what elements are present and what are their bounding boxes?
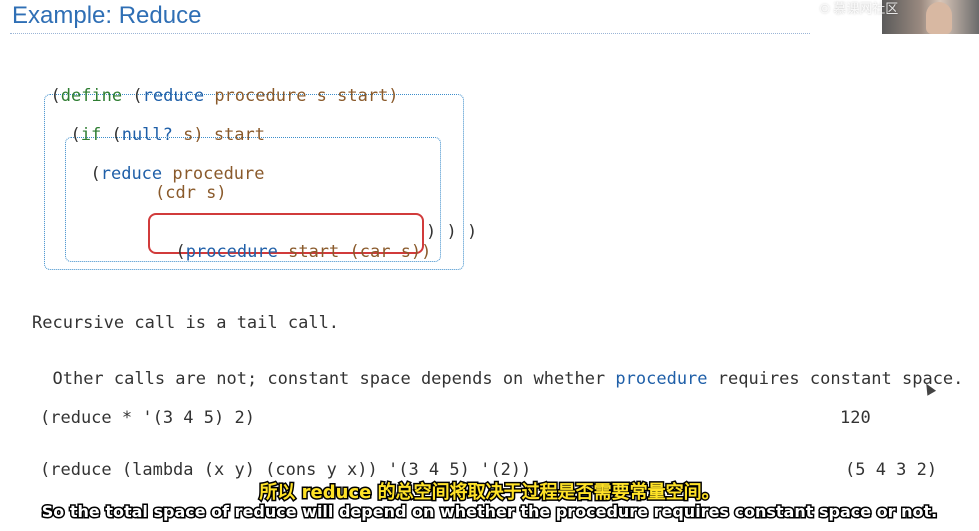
builtin-null: null? <box>121 125 173 145</box>
keyword-define: define <box>60 86 123 106</box>
if-rest: s) start <box>172 125 266 145</box>
closing-parens: ) ) ) <box>426 222 478 242</box>
function-name-reduce: reduce <box>142 86 205 106</box>
tail-call-note: Recursive call is a tail call. <box>32 313 340 333</box>
subtitle-chinese: 所以 reduce 的总空间将取决于过程是否需要常量空间。 <box>258 481 721 505</box>
define-params: procedure s start) <box>204 86 399 106</box>
paren: ( <box>132 86 143 106</box>
code-line-if: (if (null? s) start <box>50 105 265 145</box>
procedure-arg-start: start <box>277 242 350 262</box>
code-line-define: (define (reduce procedure s start) <box>30 66 399 106</box>
paren: ( <box>101 125 122 145</box>
reduce-arg: procedure <box>162 164 265 184</box>
constant-space-note: Other calls are not; constant space depe… <box>32 349 963 389</box>
title-divider <box>10 33 810 34</box>
paren: ( <box>70 125 81 145</box>
code-line-procedure: (procedure start (car s)) <box>155 222 431 262</box>
subtitle-english: So the total space of reduce will depend… <box>40 501 938 523</box>
code-line-cdr: (cdr s) <box>155 183 227 203</box>
presenter-face <box>926 2 952 34</box>
slide-title: Example: Reduce <box>12 2 202 29</box>
procedure-arg-car: (car s)) <box>349 242 432 262</box>
example-expression: (reduce (lambda (x y) (cons y x)) '(3 4 … <box>40 460 532 480</box>
note-highlight-procedure: procedure <box>615 369 708 389</box>
paren: ( <box>50 86 61 106</box>
example-result: 120 <box>840 408 871 428</box>
watermark-text: © 慕课网社区 <box>820 1 899 16</box>
paren: ( <box>175 242 186 262</box>
example-expression: (reduce * '(3 4 5) 2) <box>40 408 255 428</box>
code-line-reduce: (reduce procedure <box>70 144 265 184</box>
example-result: (5 4 3 2) <box>845 460 938 480</box>
call-reduce: reduce <box>100 164 163 184</box>
call-procedure: procedure <box>185 242 278 262</box>
keyword-if: if <box>80 125 102 145</box>
paren: ( <box>90 164 101 184</box>
note-prefix: Other calls are not; constant space depe… <box>52 369 616 389</box>
